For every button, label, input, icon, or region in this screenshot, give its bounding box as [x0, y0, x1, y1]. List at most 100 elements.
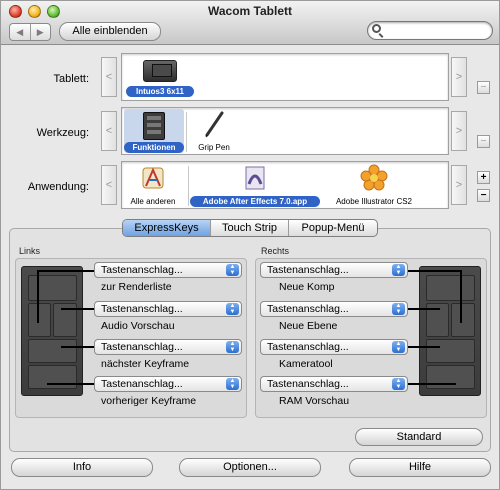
left-key-4	[28, 339, 77, 363]
tool-item-grip-pen[interactable]: Grip Pen	[188, 110, 240, 153]
tool-row-label: Werkzeug:	[36, 127, 89, 139]
application-item-after-effects-label: Adobe After Effects 7.0.app	[190, 196, 320, 207]
application-add-button[interactable]: +	[477, 171, 490, 184]
popup-value: Tastenanschlag...	[267, 264, 349, 276]
right-key-4	[426, 339, 475, 363]
left-key-2	[28, 303, 51, 337]
tablet-item[interactable]: Intuos3 6x11	[126, 56, 194, 97]
search-icon	[372, 24, 381, 33]
right-key-4-popup[interactable]: Tastenanschlag... ▲ ▼	[260, 376, 408, 392]
application-row-label: Anwendung:	[27, 181, 89, 193]
application-item-all-others[interactable]: Alle anderen	[124, 164, 182, 207]
chevron-updown-icon: ▲ ▼	[226, 303, 239, 315]
tool-item-functions[interactable]: Funktionen	[124, 109, 184, 153]
right-key-1-popup[interactable]: Tastenanschlag... ▲ ▼	[260, 262, 408, 278]
chevron-updown-icon: ▲ ▼	[226, 341, 239, 353]
application-list[interactable]: Alle anderen Adobe After Effects 7.0.app…	[121, 161, 449, 209]
tablet-scroll-left-button[interactable]: <	[101, 57, 117, 97]
forward-arrow-icon[interactable]: ▶	[31, 24, 51, 40]
search-input[interactable]	[384, 23, 488, 38]
left-connector	[37, 270, 94, 272]
standard-button[interactable]: Standard	[355, 428, 483, 446]
left-key-1	[28, 275, 77, 301]
info-button[interactable]: Info	[11, 458, 153, 477]
right-key-3-desc: Kameratool	[279, 358, 333, 370]
popup-value: Tastenanschlag...	[101, 264, 183, 276]
left-key-4-popup[interactable]: Tastenanschlag... ▲ ▼	[94, 376, 242, 392]
right-group-title: Rechts	[261, 246, 290, 256]
right-key-3	[451, 303, 475, 337]
left-key-4-desc: vorheriger Keyframe	[101, 395, 197, 407]
tool-item-grip-pen-label: Grip Pen	[198, 143, 230, 152]
left-key-3-desc: nächster Keyframe	[101, 358, 190, 370]
search-field[interactable]	[367, 21, 493, 40]
left-connector	[37, 270, 39, 323]
left-key-1-desc: zur Renderliste	[101, 281, 172, 293]
application-item-illustrator[interactable]: Adobe Illustrator CS2	[326, 164, 422, 207]
application-item-all-others-label: Alle anderen	[130, 197, 176, 206]
functions-icon	[143, 112, 165, 140]
right-connector	[408, 270, 462, 272]
right-key-1	[426, 275, 475, 301]
right-key-4-desc: RAM Vorschau	[279, 395, 350, 407]
applications-icon	[142, 167, 164, 189]
tablet-list[interactable]: Intuos3 6x11	[121, 53, 449, 101]
tab-popup-menu[interactable]: Popup-Menü	[289, 220, 377, 236]
left-connector	[47, 383, 94, 385]
chevron-updown-icon: ▲ ▼	[392, 303, 405, 315]
application-remove-button[interactable]: −	[477, 189, 490, 202]
application-item-illustrator-label: Adobe Illustrator CS2	[335, 197, 413, 206]
left-key-1-popup[interactable]: Tastenanschlag... ▲ ▼	[94, 262, 242, 278]
chevron-updown-icon: ▲ ▼	[226, 264, 239, 276]
back-forward-control[interactable]: ◀ ▶	[9, 23, 51, 41]
settings-tabs[interactable]: ExpressKeys Touch Strip Popup-Menü	[122, 219, 378, 237]
popup-value: Tastenanschlag...	[267, 303, 349, 315]
popup-value: Tastenanschlag...	[267, 341, 349, 353]
tool-remove-button[interactable]: −	[477, 135, 490, 148]
popup-value: Tastenanschlag...	[101, 341, 183, 353]
right-key-5	[426, 365, 475, 389]
tool-list[interactable]: Funktionen Grip Pen	[121, 107, 449, 155]
pen-icon	[205, 111, 224, 138]
show-all-button[interactable]: Alle einblenden	[59, 22, 161, 41]
left-connector	[61, 346, 94, 348]
right-connector	[408, 346, 440, 348]
tablet-scroll-right-button[interactable]: >	[451, 57, 467, 97]
tablet-row-label: Tablett:	[53, 73, 89, 85]
tablet-icon	[143, 60, 177, 82]
chevron-updown-icon: ▲ ▼	[392, 341, 405, 353]
divider	[188, 166, 189, 206]
application-item-after-effects[interactable]: Adobe After Effects 7.0.app	[190, 164, 320, 207]
left-expresskeys-diagram	[21, 266, 83, 396]
chevron-updown-icon: ▲ ▼	[392, 378, 405, 390]
right-key-3-popup[interactable]: Tastenanschlag... ▲ ▼	[260, 339, 408, 355]
right-connector	[408, 383, 456, 385]
tab-touch-strip[interactable]: Touch Strip	[211, 220, 289, 236]
right-connector	[460, 270, 462, 323]
preferences-window: Wacom Tablett ◀ ▶ Alle einblenden Tablet…	[0, 0, 500, 490]
right-key-2-popup[interactable]: Tastenanschlag... ▲ ▼	[260, 301, 408, 317]
application-scroll-right-button[interactable]: >	[451, 165, 467, 205]
after-effects-icon	[245, 166, 265, 190]
help-button[interactable]: Hilfe	[349, 458, 491, 477]
chevron-updown-icon: ▲ ▼	[226, 378, 239, 390]
application-scroll-left-button[interactable]: <	[101, 165, 117, 205]
options-button[interactable]: Optionen...	[179, 458, 321, 477]
back-arrow-icon[interactable]: ◀	[10, 24, 31, 40]
tool-scroll-right-button[interactable]: >	[451, 111, 467, 151]
tab-expresskeys[interactable]: ExpressKeys	[123, 220, 211, 236]
left-key-2-desc: Audio Vorschau	[101, 320, 175, 332]
popup-value: Tastenanschlag...	[267, 378, 349, 390]
left-connector	[61, 308, 94, 310]
right-key-2-desc: Neue Ebene	[279, 320, 338, 332]
title-bar[interactable]: Wacom Tablett ◀ ▶ Alle einblenden	[1, 1, 499, 45]
right-connector	[408, 308, 440, 310]
left-key-5	[28, 365, 77, 389]
divider	[186, 112, 187, 152]
left-key-2-popup[interactable]: Tastenanschlag... ▲ ▼	[94, 301, 242, 317]
right-key-1-desc: Neue Komp	[279, 281, 335, 293]
tool-scroll-left-button[interactable]: <	[101, 111, 117, 151]
tablet-remove-button[interactable]: −	[477, 81, 490, 94]
left-key-3-popup[interactable]: Tastenanschlag... ▲ ▼	[94, 339, 242, 355]
tool-item-functions-label: Funktionen	[124, 142, 184, 153]
